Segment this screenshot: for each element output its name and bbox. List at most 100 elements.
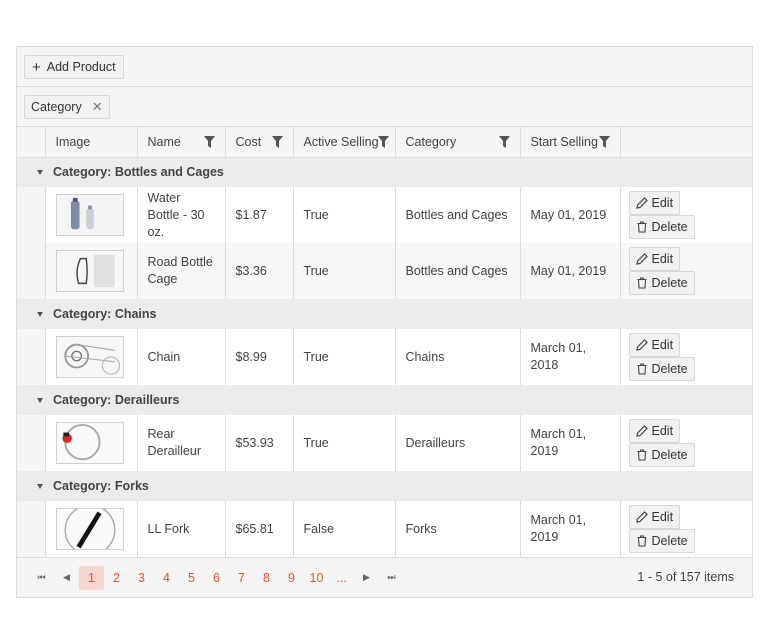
close-icon[interactable]: ✕ <box>92 99 103 115</box>
delete-label: Delete <box>651 533 688 548</box>
first-page-icon[interactable]: ⏮ <box>29 572 54 583</box>
column-header-name[interactable]: Name <box>137 127 226 158</box>
caret-down-icon[interactable] <box>37 397 43 403</box>
group-row[interactable]: Category: Chains <box>17 299 752 329</box>
edit-button[interactable]: Edit <box>628 191 681 215</box>
category-cell: Bottles and Cages <box>395 187 521 243</box>
add-product-label: Add Product <box>46 60 116 74</box>
start-cell: March 01, 2018 <box>520 329 621 385</box>
column-header-category[interactable]: Category <box>395 127 521 158</box>
image-cell <box>45 243 138 299</box>
group-label: Category: Derailleurs <box>53 392 180 407</box>
group-row[interactable]: Category: Bottles and Cages <box>17 157 752 187</box>
name-cell: LL Fork <box>137 501 226 557</box>
column-header-active-selling[interactable]: Active Selling <box>293 127 396 158</box>
delete-button[interactable]: Delete <box>628 215 695 239</box>
add-product-button[interactable]: + Add Product <box>24 55 124 79</box>
pencil-icon <box>635 197 648 209</box>
page-button[interactable]: 10 <box>304 566 329 590</box>
start-cell: March 01, 2019 <box>520 415 621 471</box>
delete-label: Delete <box>651 275 688 290</box>
page-button[interactable]: 3 <box>129 566 154 590</box>
active-cell: True <box>293 187 396 243</box>
page-button[interactable]: 2 <box>104 566 129 590</box>
image-cell <box>45 187 138 243</box>
active-cell: False <box>293 501 396 557</box>
pencil-icon <box>635 339 648 351</box>
command-cell: Edit Delete <box>620 187 752 243</box>
table-row[interactable]: LL Fork $65.81 False Forks March 01, 201… <box>17 501 752 557</box>
product-image-water-bottle <box>55 194 124 236</box>
edit-label: Edit <box>651 195 674 210</box>
group-label: Category: Forks <box>53 478 149 493</box>
caret-down-icon[interactable] <box>37 169 43 175</box>
page-button[interactable]: 6 <box>204 566 229 590</box>
delete-button[interactable]: Delete <box>628 357 695 381</box>
group-chip-label: Category <box>31 100 82 114</box>
edit-button[interactable]: Edit <box>628 505 681 529</box>
header-row: Image Name Cost Active Selling Category … <box>17 127 752 158</box>
group-label: Category: Bottles and Cages <box>53 164 224 179</box>
delete-button[interactable]: Delete <box>628 529 695 553</box>
page-button[interactable]: 4 <box>154 566 179 590</box>
filter-icon[interactable] <box>203 136 215 148</box>
grid-toolbar: + Add Product <box>17 47 752 87</box>
table-row[interactable]: Rear Derailleur $53.93 True Derailleurs … <box>17 415 752 471</box>
column-header-label: Name <box>147 134 181 149</box>
group-row[interactable]: Category: Forks <box>17 471 752 501</box>
trash-icon <box>637 363 646 375</box>
edit-button[interactable]: Edit <box>628 333 681 357</box>
group-row[interactable]: Category: Derailleurs <box>17 385 752 415</box>
trash-icon <box>637 449 646 461</box>
table-row[interactable]: Road Bottle Cage $3.36 True Bottles and … <box>17 243 752 299</box>
page-button[interactable]: 7 <box>229 566 254 590</box>
filter-icon[interactable] <box>598 136 610 148</box>
group-cell[interactable]: Category: Bottles and Cages <box>17 157 752 187</box>
filter-icon[interactable] <box>377 136 389 148</box>
grid-table: Image Name Cost Active Selling Category … <box>17 127 752 557</box>
column-header-label: Start Selling <box>530 134 598 149</box>
column-header-image[interactable]: Image <box>45 127 138 158</box>
name-cell: Road Bottle Cage <box>137 243 226 299</box>
table-row[interactable]: Water Bottle - 30 oz. $1.87 True Bottles… <box>17 187 752 243</box>
start-cell: May 01, 2019 <box>520 243 621 299</box>
group-cell[interactable]: Category: Derailleurs <box>17 385 752 415</box>
product-image-chain <box>55 336 124 378</box>
delete-button[interactable]: Delete <box>628 443 695 467</box>
edit-label: Edit <box>651 251 674 266</box>
category-cell: Forks <box>395 501 521 557</box>
command-cell: Edit Delete <box>620 243 752 299</box>
caret-down-icon[interactable] <box>37 483 43 489</box>
active-cell: True <box>293 415 396 471</box>
page-button[interactable]: 9 <box>279 566 304 590</box>
more-pages-button[interactable]: ... <box>329 566 354 590</box>
column-header-start-selling[interactable]: Start Selling <box>520 127 621 158</box>
trash-icon <box>637 535 646 547</box>
group-cell[interactable]: Category: Forks <box>17 471 752 501</box>
product-image-fork <box>55 508 124 550</box>
start-cell: March 01, 2019 <box>520 501 621 557</box>
edit-button[interactable]: Edit <box>628 419 681 443</box>
last-page-icon[interactable]: ⏭ <box>379 572 404 583</box>
hierarchy-cell <box>17 243 46 299</box>
page-button[interactable]: 8 <box>254 566 279 590</box>
table-row[interactable]: Chain $8.99 True Chains March 01, 2018 E… <box>17 329 752 385</box>
caret-down-icon[interactable] <box>37 311 43 317</box>
edit-button[interactable]: Edit <box>628 247 681 271</box>
page-button[interactable]: 5 <box>179 566 204 590</box>
delete-button[interactable]: Delete <box>628 271 695 295</box>
page-button[interactable]: 1 <box>79 565 104 590</box>
group-chip-category[interactable]: Category ✕ <box>24 95 110 119</box>
column-header-label: Category <box>405 134 457 149</box>
column-header-label: Active Selling <box>303 134 379 149</box>
next-page-icon[interactable]: ▶ <box>354 572 379 583</box>
filter-icon[interactable] <box>271 136 283 148</box>
column-header-cost[interactable]: Cost <box>225 127 294 158</box>
category-cell: Bottles and Cages <box>395 243 521 299</box>
filter-icon[interactable] <box>498 136 510 148</box>
group-panel: Category ✕ <box>17 87 752 127</box>
cost-cell: $53.93 <box>225 415 294 471</box>
group-cell[interactable]: Category: Chains <box>17 299 752 329</box>
image-cell <box>45 329 138 385</box>
previous-page-icon[interactable]: ◀ <box>54 572 79 583</box>
